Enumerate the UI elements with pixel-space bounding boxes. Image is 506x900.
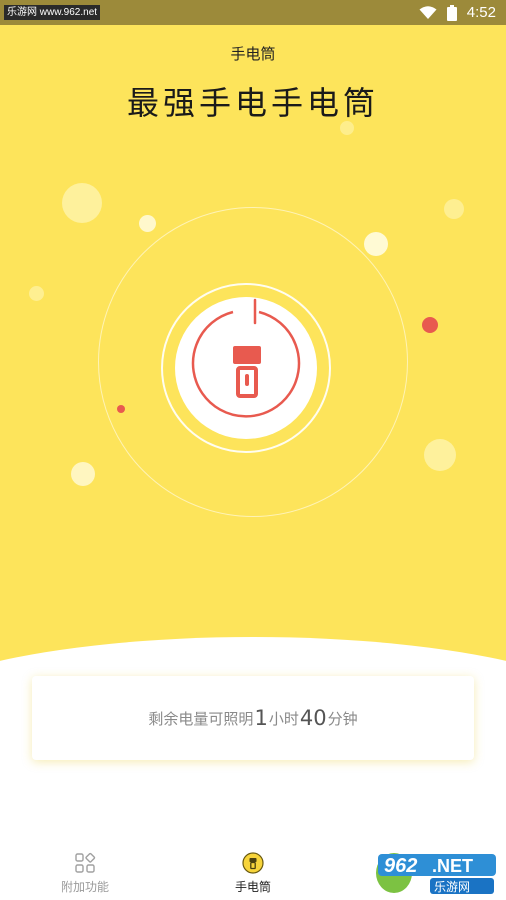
decor-bubble-red (422, 317, 438, 333)
power-flashlight-icon (191, 298, 301, 418)
decor-bubble (444, 199, 464, 219)
page-title: 手电筒 (230, 45, 276, 63)
battery-minutes-unit: 分钟 (327, 709, 358, 728)
svg-text:.NET: .NET (432, 856, 473, 876)
watermark-label: 乐游网 www.962.net (4, 5, 101, 20)
nav-label-addon: 附加功能 (60, 880, 109, 894)
nav-label-flashlight: 手电筒 (234, 880, 271, 894)
decor-bubble (424, 439, 456, 471)
flashlight-icon (242, 852, 264, 874)
battery-info-prefix: 剩余电量可照明 (148, 709, 254, 728)
hero-title: 最强手电手电筒 (126, 84, 379, 122)
flashlight-power-button[interactable] (175, 297, 317, 439)
decor-bubble (71, 462, 95, 486)
decor-bubble (340, 121, 354, 135)
status-time: 4:52 (466, 4, 496, 21)
decor-bubble (364, 232, 388, 256)
wifi-icon (419, 5, 437, 19)
battery-info-card: 剩余电量可照明 1 小时 40 分钟 (32, 676, 474, 760)
status-bar: 乐游网 www.962.net 4:52 (0, 0, 506, 25)
nav-item-flashlight[interactable]: 手电筒 (193, 852, 313, 895)
nav-item-addon-features[interactable]: 附加功能 (25, 852, 145, 895)
decor-bubble (139, 215, 156, 232)
decor-bubble (29, 286, 44, 301)
status-right: 4:52 (419, 0, 496, 25)
battery-minutes-value: 40 (299, 706, 327, 730)
svg-text:乐游网: 乐游网 (434, 880, 470, 894)
battery-hours-value: 1 (254, 706, 268, 730)
svg-text:962: 962 (384, 855, 417, 877)
battery-icon (446, 4, 457, 21)
decor-bubble (62, 183, 102, 223)
962-logo: 962 .NET 乐游网 (376, 853, 496, 894)
battery-hours-unit: 小时 (268, 709, 299, 728)
grid-icon (75, 852, 96, 873)
